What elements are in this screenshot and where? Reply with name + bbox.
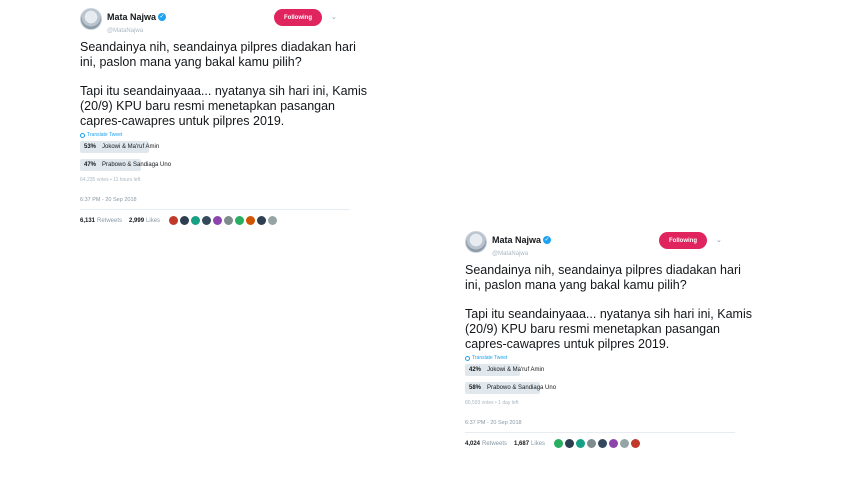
translate-tweet-link[interactable]: Translate Tweet xyxy=(80,132,350,138)
retweet-count[interactable]: 4,024 xyxy=(465,441,480,447)
liker-avatar[interactable] xyxy=(587,439,597,448)
liker-avatar[interactable] xyxy=(169,216,179,225)
like-count[interactable]: 2,999 xyxy=(129,218,144,224)
globe-icon xyxy=(80,132,85,138)
liker-avatar[interactable] xyxy=(180,216,190,225)
poll: 53% Jokowi & Ma'ruf Amin 47% Prabowo & San… xyxy=(80,141,350,183)
liker-avatar[interactable] xyxy=(565,439,575,448)
tweet-text-paragraph: Seandainya nih, seandainya pilpres diada… xyxy=(80,40,356,69)
poll-option: 53% Jokowi & Ma'ruf Amin xyxy=(80,141,210,153)
translate-label: Translate Tweet xyxy=(472,355,508,361)
liker-avatars xyxy=(169,216,278,225)
like-count[interactable]: 1,687 xyxy=(514,441,529,447)
chevron-down-icon[interactable]: ⌄ xyxy=(716,236,722,244)
liker-avatar[interactable] xyxy=(620,439,630,448)
tweet-card: Mata Najwa ✓ @MataNajwa Following ⌄ Seand… xyxy=(465,230,752,448)
poll-percentage: 58% xyxy=(469,385,482,391)
poll-option: 42% Jokowi & Ma'ruf Amin xyxy=(465,364,595,376)
liker-avatar[interactable] xyxy=(631,439,641,448)
liker-avatar[interactable] xyxy=(576,439,586,448)
poll-option-label: Jokowi & Ma'ruf Amin xyxy=(102,144,160,150)
author-handle[interactable]: @MataNajwa xyxy=(107,28,166,34)
timestamp[interactable]: 6:37 PM - 20 Sep 2018 xyxy=(80,197,350,210)
liker-avatar[interactable] xyxy=(191,216,201,225)
poll-option: 47% Prabowo & Sandiaga Uno xyxy=(80,159,210,171)
avatar[interactable] xyxy=(80,8,102,30)
liker-avatar[interactable] xyxy=(235,216,245,225)
liker-avatar[interactable] xyxy=(268,216,278,225)
verified-badge-icon: ✓ xyxy=(543,235,552,244)
liker-avatars xyxy=(554,439,641,448)
chevron-down-icon[interactable]: ⌄ xyxy=(331,13,337,21)
liker-avatar[interactable] xyxy=(213,216,223,225)
following-button[interactable]: Following xyxy=(274,9,322,26)
liker-avatar[interactable] xyxy=(224,216,234,225)
poll: 42% Jokowi & Ma'ruf Amin 58% Prabowo & San… xyxy=(465,364,735,406)
tweet-text: Seandainya nih, seandainya pilpres diada… xyxy=(80,40,370,129)
poll-percentage: 53% xyxy=(84,144,97,150)
liker-avatar[interactable] xyxy=(257,216,267,225)
likes-label[interactable]: Likes xyxy=(146,218,160,224)
poll-option: 58% Prabowo & Sandiaga Uno xyxy=(465,382,595,394)
retweets-label[interactable]: Retweets xyxy=(97,218,122,224)
avatar[interactable] xyxy=(465,231,487,253)
poll-percentage: 47% xyxy=(84,162,97,168)
retweet-count[interactable]: 6,131 xyxy=(80,218,95,224)
liker-avatar[interactable] xyxy=(598,439,608,448)
tweet-text: Seandainya nih, seandainya pilpres diada… xyxy=(465,263,755,352)
poll-meta: 80,593 votes • 1 day left xyxy=(465,400,519,406)
author-name[interactable]: Mata Najwa xyxy=(107,12,156,22)
poll-meta: 64,235 votes • 11 hours left xyxy=(80,177,141,183)
timestamp[interactable]: 6:37 PM - 20 Sep 2018 xyxy=(465,420,735,433)
engagement-stats: 6,131 Retweets 2,999 Likes xyxy=(80,216,350,225)
poll-option-label: Prabowo & Sandiaga Uno xyxy=(487,385,557,391)
liker-avatar[interactable] xyxy=(202,216,212,225)
liker-avatar[interactable] xyxy=(554,439,564,448)
liker-avatar[interactable] xyxy=(609,439,619,448)
author-handle[interactable]: @MataNajwa xyxy=(492,251,551,257)
likes-label[interactable]: Likes xyxy=(531,441,545,447)
poll-percentage: 42% xyxy=(469,367,482,373)
author-block[interactable]: Mata Najwa ✓ @MataNajwa xyxy=(492,231,552,257)
poll-option-label: Prabowo & Sandiaga Uno xyxy=(102,162,172,168)
following-button[interactable]: Following xyxy=(659,232,707,249)
verified-badge-icon: ✓ xyxy=(158,12,167,21)
engagement-stats: 4,024 Retweets 1,687 Likes xyxy=(465,439,735,448)
liker-avatar[interactable] xyxy=(246,216,256,225)
translate-tweet-link[interactable]: Translate Tweet xyxy=(465,355,735,361)
author-name[interactable]: Mata Najwa xyxy=(492,235,541,245)
tweet-text-paragraph: Tapi itu seandainyaaa... nyatanya sih ha… xyxy=(80,84,367,128)
author-block[interactable]: Mata Najwa ✓ @MataNajwa xyxy=(107,8,167,34)
translate-label: Translate Tweet xyxy=(87,132,123,138)
globe-icon xyxy=(465,355,470,361)
tweet-card: Mata Najwa ✓ @MataNajwa Following ⌄ Seand… xyxy=(80,7,367,225)
tweet-text-paragraph: Tapi itu seandainyaaa... nyatanya sih ha… xyxy=(465,307,752,351)
tweet-text-paragraph: Seandainya nih, seandainya pilpres diada… xyxy=(465,263,741,292)
retweets-label[interactable]: Retweets xyxy=(482,441,507,447)
poll-option-label: Jokowi & Ma'ruf Amin xyxy=(487,367,545,373)
tweet-header: Mata Najwa ✓ @MataNajwa Following ⌄ xyxy=(465,230,735,257)
tweet-header: Mata Najwa ✓ @MataNajwa Following ⌄ xyxy=(80,7,350,34)
